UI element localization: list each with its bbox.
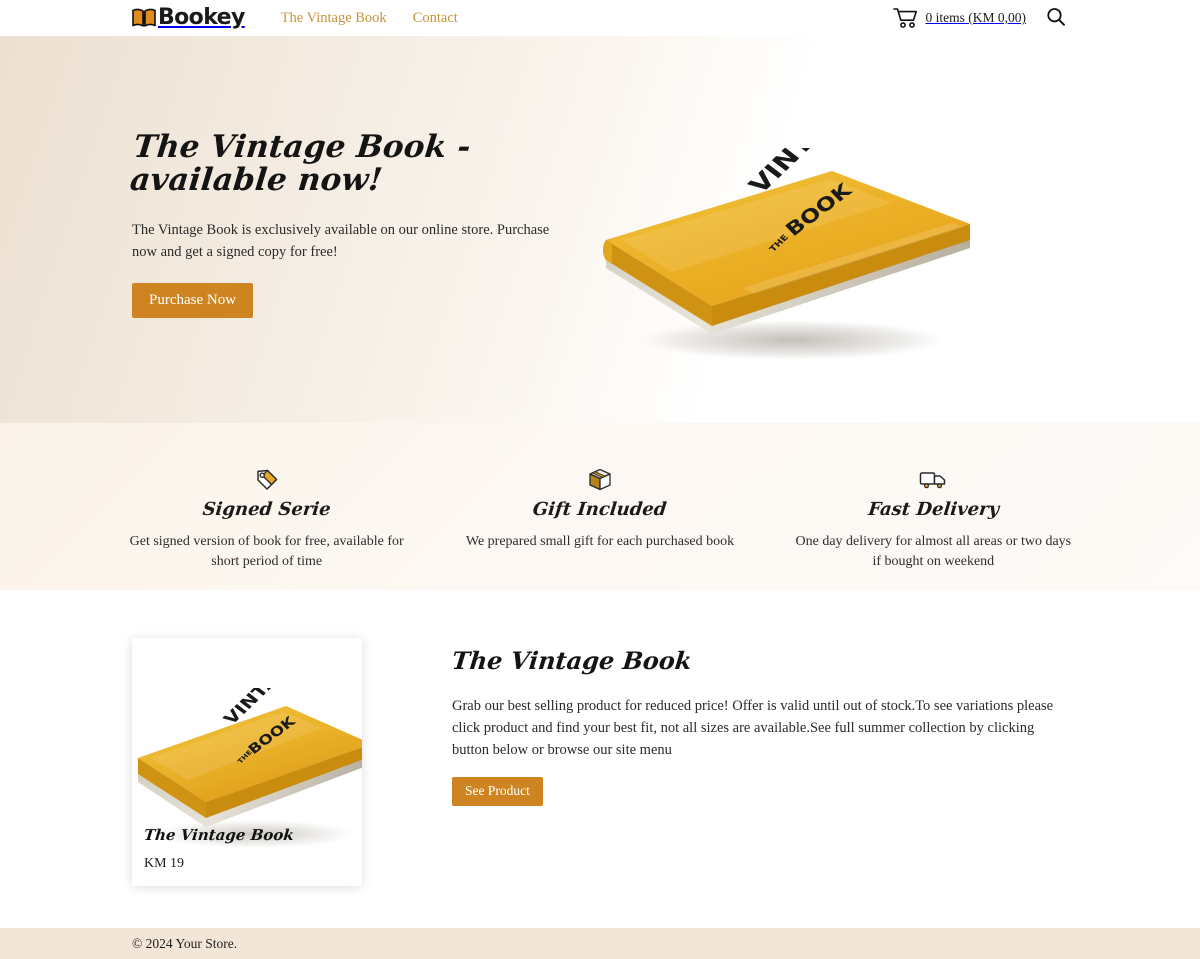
feature-description: Get signed version of book for free, ava… — [129, 534, 404, 569]
product-title: The Vintage Book — [450, 646, 694, 675]
purchase-now-button[interactable]: Purchase Now — [132, 283, 254, 318]
hero-title: The Vintage Book - available now! — [128, 129, 473, 198]
site-logo[interactable]: Bookey — [132, 7, 245, 29]
search-icon — [1046, 7, 1066, 30]
open-book-icon — [132, 7, 156, 29]
hero-section: The Vintage Book - available now! The Vi… — [0, 36, 1200, 423]
main-nav: The Vintage Book Contact — [281, 10, 458, 27]
price-tag-icon — [128, 467, 405, 493]
feature-fast-delivery: Fast Delivery One day delivery for almos… — [767, 467, 1100, 572]
footer-copyright: © 2024 Your Store. — [132, 935, 238, 951]
feature-title: Gift Included — [532, 499, 668, 520]
feature-description: One day delivery for almost all areas or… — [795, 534, 1072, 569]
search-button[interactable] — [1044, 6, 1068, 30]
nav-item-contact[interactable]: Contact — [413, 10, 458, 27]
product-description: Grab our best selling product for reduce… — [452, 698, 1054, 759]
feature-gift-included: Gift Included We prepared small gift for… — [433, 467, 766, 552]
product-card-price: KM 19 — [144, 856, 185, 871]
gift-box-icon — [461, 467, 738, 493]
hero-image-area: THE VINTAGE BOOK — [582, 36, 1068, 423]
product-section: THE VINTAGE BOOK The Vintage Book KM 19 … — [0, 590, 1200, 918]
feature-description: We prepared small gift for each purchase… — [465, 534, 735, 549]
feature-title: Fast Delivery — [866, 499, 1000, 520]
product-details: The Vintage Book Grab our best selling p… — [450, 638, 1068, 918]
product-card[interactable]: THE VINTAGE BOOK The Vintage Book KM 19 — [132, 638, 362, 886]
features-section: Signed Serie Get signed version of book … — [0, 423, 1200, 590]
delivery-truck-icon — [795, 467, 1072, 493]
hero-content: The Vintage Book - available now! The Vi… — [128, 129, 582, 328]
feature-signed-serie: Signed Serie Get signed version of book … — [100, 467, 433, 572]
site-header: Bookey The Vintage Book Contact 0 items … — [0, 0, 1200, 36]
product-card-title: The Vintage Book — [143, 826, 295, 844]
site-footer: © 2024 Your Store. — [0, 928, 1200, 959]
nav-item-the-vintage-book[interactable]: The Vintage Book — [281, 10, 387, 27]
header-actions: 0 items (KM 0,00) — [892, 6, 1069, 30]
feature-title: Signed Serie — [201, 499, 332, 520]
cart-summary-text: 0 items (KM 0,00) — [925, 10, 1027, 25]
see-product-button[interactable]: See Product — [452, 777, 543, 807]
hero-book-image: THE VINTAGE BOOK — [592, 88, 982, 368]
hero-subtitle: The Vintage Book is exclusively availabl… — [132, 222, 550, 260]
logo-text: Bookey — [158, 5, 245, 30]
shopping-cart-icon — [892, 7, 919, 29]
cart-link[interactable]: 0 items (KM 0,00) — [892, 7, 1027, 29]
